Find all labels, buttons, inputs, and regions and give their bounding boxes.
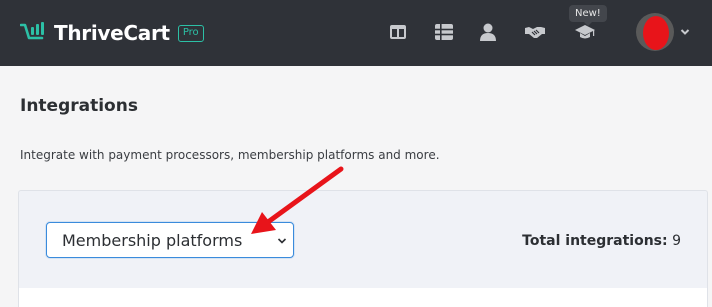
dashboard-icon[interactable] <box>388 22 408 42</box>
cart-logo-icon <box>20 22 44 40</box>
avatar-redaction <box>643 16 669 50</box>
account-menu[interactable] <box>636 13 690 51</box>
brand-name-right: Cart <box>123 21 170 45</box>
handshake-icon[interactable] <box>525 22 545 42</box>
brand-name: ThriveCart <box>54 21 170 45</box>
top-navigation-bar: ThriveCart Pro New! <box>0 0 712 66</box>
total-integrations-label: Total integrations: <box>522 233 668 249</box>
chevron-down-icon <box>680 29 690 35</box>
total-integrations: Total integrations: 9 <box>522 233 681 249</box>
integration-category-value: Membership platforms <box>62 230 243 250</box>
integration-category-select[interactable]: Membership platforms <box>46 222 294 258</box>
page-description: Integrate with payment processors, membe… <box>20 148 440 162</box>
brand-name-left: Thrive <box>54 21 124 45</box>
chevron-down-icon <box>277 238 287 244</box>
integrations-list-area <box>19 288 707 307</box>
new-feature-tooltip: New! <box>569 5 607 26</box>
total-integrations-count: 9 <box>672 233 681 249</box>
user-avatar[interactable] <box>636 13 674 51</box>
pro-plan-badge: Pro <box>177 24 204 42</box>
list-icon[interactable] <box>434 22 454 42</box>
user-icon[interactable] <box>478 22 498 42</box>
page-title: Integrations <box>20 96 138 116</box>
thrivecart-logo[interactable]: ThriveCart Pro <box>20 19 204 47</box>
